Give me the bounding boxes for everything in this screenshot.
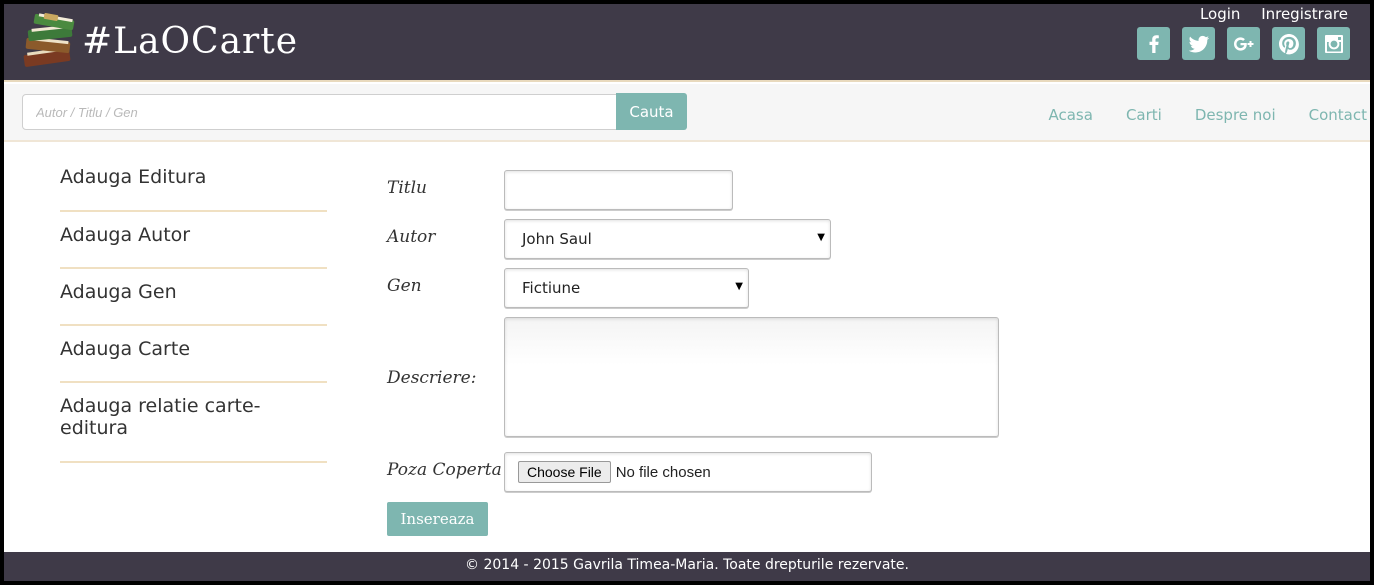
pinterest-icon[interactable] (1272, 27, 1305, 60)
nav-home[interactable]: Acasa (1048, 106, 1092, 124)
page: #LaOCarte Login Inregistrare Cauta (4, 4, 1370, 581)
nav-about[interactable]: Despre noi (1195, 106, 1276, 124)
description-textarea[interactable] (504, 317, 999, 437)
sidebar-item-add-genre[interactable]: Adauga Gen (60, 269, 327, 326)
instagram-icon[interactable] (1317, 27, 1350, 60)
title-label: Titlu (387, 178, 427, 198)
facebook-icon[interactable] (1137, 27, 1170, 60)
site-brand[interactable]: #LaOCarte (82, 22, 298, 62)
file-status-text: No file chosen (615, 463, 711, 481)
sidebar-item-add-book[interactable]: Adauga Carte (60, 326, 327, 383)
search-bar: Cauta Acasa Carti Despre noi Contact (4, 84, 1370, 142)
sidebar-item-add-publisher[interactable]: Adauga Editura (60, 164, 327, 212)
admin-sidebar: Adauga Editura Adauga Autor Adauga Gen A… (60, 164, 327, 463)
search-input[interactable] (22, 94, 617, 130)
nav-books[interactable]: Carti (1126, 106, 1162, 124)
genre-selected-value: Fictiune (522, 279, 581, 297)
social-links (1137, 27, 1350, 60)
login-link[interactable]: Login (1200, 5, 1240, 23)
twitter-icon[interactable] (1182, 27, 1215, 60)
genre-select[interactable]: Fictiune ▼ (504, 268, 749, 308)
google-plus-icon[interactable] (1227, 27, 1260, 60)
cover-label: Poza Coperta (387, 460, 502, 480)
books-logo-icon[interactable] (20, 12, 82, 70)
author-select[interactable]: John Saul ▼ (504, 219, 831, 259)
dropdown-arrow-icon: ▼ (735, 281, 743, 292)
genre-label: Gen (387, 276, 422, 296)
nav-contact[interactable]: Contact (1309, 106, 1367, 124)
top-links: Login Inregistrare (1184, 5, 1348, 23)
search-button[interactable]: Cauta (616, 93, 687, 130)
title-input[interactable] (504, 170, 733, 210)
dropdown-arrow-icon: ▼ (817, 232, 825, 243)
cover-file-input: Choose File No file chosen (504, 452, 872, 492)
description-label: Descriere: (387, 368, 477, 388)
site-footer: © 2014 - 2015 Gavrila Timea-Maria. Toate… (4, 552, 1370, 581)
sidebar-item-add-author[interactable]: Adauga Autor (60, 212, 327, 269)
insert-button[interactable]: Insereaza (387, 502, 488, 536)
choose-file-button[interactable]: Choose File (518, 461, 611, 483)
author-selected-value: John Saul (522, 230, 592, 248)
register-link[interactable]: Inregistrare (1261, 5, 1348, 23)
author-label: Autor (387, 227, 436, 247)
sidebar-item-add-book-publisher-relation[interactable]: Adauga relatie carte-editura (60, 383, 327, 463)
site-header: #LaOCarte Login Inregistrare (4, 4, 1370, 82)
main-nav: Acasa Carti Despre noi Contact (1048, 106, 1370, 124)
